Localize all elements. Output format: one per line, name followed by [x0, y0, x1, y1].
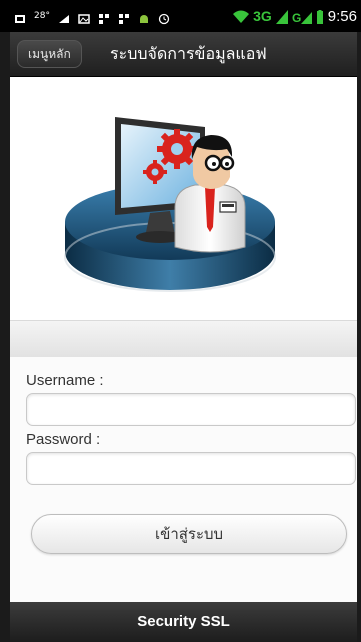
username-label: Username : — [26, 372, 104, 389]
bbm-icon — [98, 10, 110, 24]
signal-icon-2: G — [292, 9, 312, 25]
login-button[interactable]: เข้าสู่ระบบ — [31, 514, 347, 554]
footer-bar: Security SSL — [10, 602, 357, 642]
android-icon — [138, 10, 150, 23]
image-icon — [78, 10, 90, 24]
clock: 9:56 — [327, 7, 357, 25]
device-frame-right — [357, 0, 361, 642]
network-type: 3G — [253, 8, 272, 24]
alarm-icon — [158, 10, 170, 25]
device-frame-left — [0, 0, 10, 642]
password-input[interactable] — [26, 452, 356, 485]
hero-banner — [10, 77, 357, 320]
signal-icon — [275, 9, 288, 24]
battery-icon — [316, 9, 324, 24]
page-title: ระบบจัดการข้อมูลแอฟ — [110, 44, 267, 63]
app-header: เมนูหลัก ระบบจัดการข้อมูลแอฟ — [10, 32, 357, 77]
notification-icon — [14, 10, 26, 23]
main-menu-button[interactable]: เมนูหลัก — [17, 40, 82, 68]
wifi-icon — [233, 9, 250, 23]
temperature-text: 28° — [34, 11, 50, 21]
status-bar: 28° 3G G 9:56 — [0, 0, 361, 32]
weather-icon — [58, 10, 70, 23]
login-form: Username : Password : เข้าสู่ระบบ — [10, 357, 357, 602]
password-label: Password : — [26, 431, 101, 448]
admin-computer-illustration — [64, 117, 276, 292]
bbm-icon-2 — [118, 10, 130, 24]
svg-text:G: G — [292, 11, 301, 24]
username-input[interactable] — [26, 393, 356, 426]
section-divider-band — [10, 320, 357, 358]
